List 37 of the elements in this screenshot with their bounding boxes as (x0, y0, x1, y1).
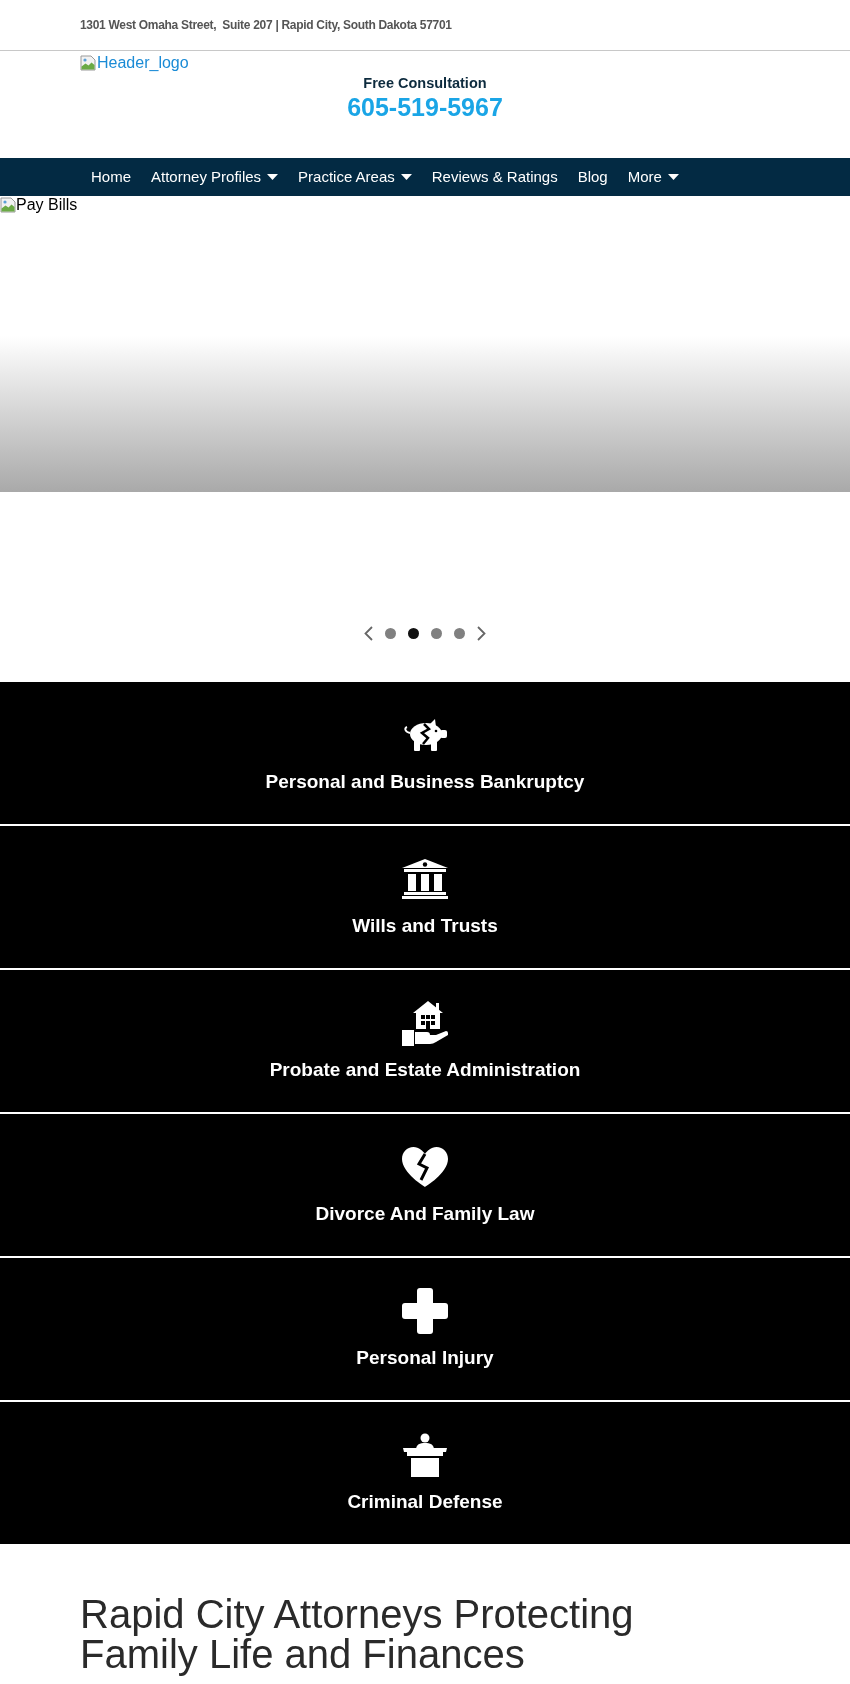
slide-dot-icon[interactable] (454, 627, 465, 639)
practice-area-title: Wills and Trusts (352, 914, 498, 938)
broken-image-icon (80, 55, 96, 71)
cross-icon (402, 1288, 448, 1334)
header-logo-link[interactable]: Header_logo (80, 54, 189, 72)
nav-link[interactable]: More (627, 167, 679, 187)
nav-link[interactable]: Attorney Profiles (151, 167, 279, 187)
practice-area-card[interactable]: Probate and Estate Administration (0, 968, 850, 1112)
nav-link[interactable]: Blog (577, 167, 608, 187)
chevron-left-icon[interactable] (364, 625, 373, 641)
nav-link[interactable]: Reviews & Ratings (431, 167, 558, 187)
practice-area-card[interactable]: Wills and Trusts (0, 824, 850, 968)
practice-area-title: Probate and Estate Administration (269, 1058, 581, 1082)
broken-heart-icon (402, 1147, 448, 1187)
practice-area-card[interactable]: Personal and Business Bankruptcy (0, 682, 850, 824)
nav-link[interactable]: Home (91, 167, 131, 187)
practice-area-card[interactable]: Criminal Defense (0, 1400, 850, 1544)
practice-area-title: Personal Injury (356, 1346, 494, 1370)
broken-piggy-bank-icon (402, 718, 448, 752)
nav-link[interactable]: Practice Areas (298, 167, 412, 187)
columned-building-icon (402, 859, 448, 899)
house-on-hand-icon (402, 1000, 448, 1046)
intro-heading: Rapid City Attorneys Protecting Family Life and Finances (80, 1594, 635, 1674)
practice-area-title: Personal and Business Bankruptcy (265, 770, 585, 794)
image-alt-text: Pay Bills (16, 196, 78, 214)
chevron-right-icon[interactable] (477, 625, 486, 641)
slide-dot-icon[interactable] (408, 627, 419, 639)
practice-area-title: Criminal Defense (347, 1490, 503, 1514)
speaker-at-podium-icon (403, 1433, 447, 1477)
broken-image-icon (0, 197, 16, 213)
slide-dot-icon[interactable] (385, 627, 396, 639)
slide-dot-icon[interactable] (431, 627, 442, 639)
practice-area-card[interactable]: Personal Injury (0, 1256, 850, 1400)
practice-area-title: Divorce And Family Law (315, 1202, 535, 1226)
practice-area-card[interactable]: Divorce And Family Law (0, 1112, 850, 1256)
address-text: 1301 West Omaha Street, Suite 207 | Rapid City, South Dakota 57701 (80, 18, 452, 32)
consultation-label: Free Consultation (363, 74, 487, 92)
